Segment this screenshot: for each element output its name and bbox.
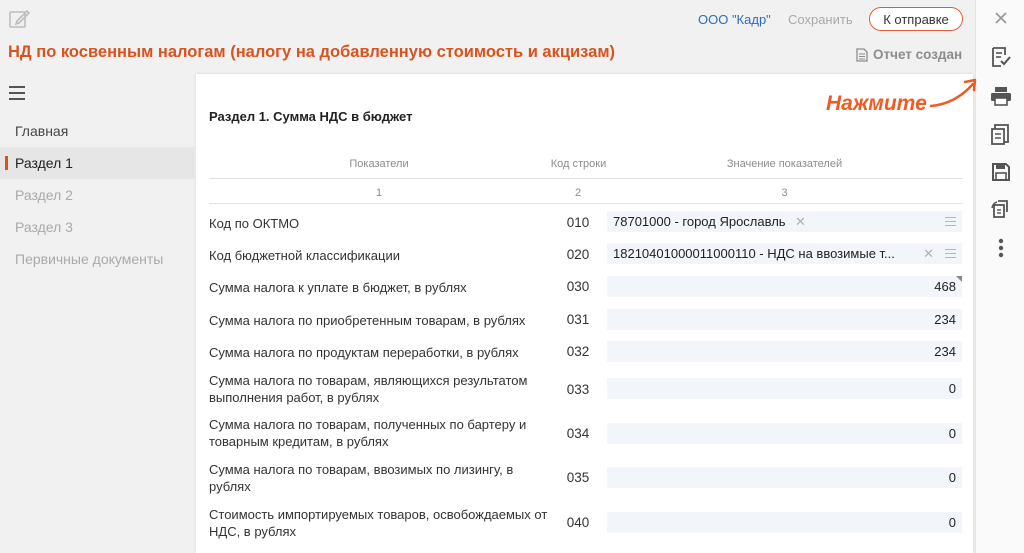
- clear-icon[interactable]: ✕: [795, 211, 806, 232]
- nav-item-home[interactable]: Главная: [0, 115, 194, 147]
- row-label: Сумма налога к уплате в бюджет, в рублях: [209, 280, 467, 295]
- column-number-2: 2: [574, 187, 582, 199]
- save-button[interactable]: Сохранить: [788, 12, 853, 27]
- oktmo-value: 78701000 - город Ярославль: [613, 214, 786, 229]
- top-bar: ООО "Кадр" Сохранить К отправке: [0, 0, 975, 38]
- row-label: Сумма налога по товарам, полученных по б…: [209, 417, 527, 449]
- row-label: Сумма налога по продуктам переработки, в…: [209, 345, 519, 360]
- amount-input[interactable]: 0: [607, 378, 962, 399]
- kbk-select[interactable]: 18210401000011000110 - НДС на ввозимые т…: [607, 243, 962, 264]
- divider: [209, 203, 963, 204]
- amount-input[interactable]: 468: [607, 276, 962, 297]
- save-file-button[interactable]: [989, 160, 1013, 184]
- column-number-3: 3: [781, 187, 788, 199]
- row-code: 035: [566, 470, 590, 485]
- send-button[interactable]: К отправке: [869, 7, 963, 31]
- row-label: Код по ОКТМО: [209, 216, 300, 231]
- amount-input[interactable]: 234: [607, 309, 962, 330]
- organization-link[interactable]: ООО "Кадр": [698, 12, 771, 27]
- row-label: Сумма налога по товарам, являющихся резу…: [209, 373, 528, 405]
- row-code: 020: [566, 247, 590, 262]
- clear-icon[interactable]: ✕: [923, 243, 934, 264]
- form-panel: Раздел 1. Сумма НДС в бюджет Показатели …: [196, 74, 973, 553]
- menu-icon[interactable]: [9, 86, 25, 100]
- section-title: Раздел 1. Сумма НДС в бюджет: [209, 109, 413, 124]
- close-button[interactable]: [989, 6, 1013, 30]
- amount-input[interactable]: 0: [607, 512, 962, 533]
- divider: [209, 178, 963, 179]
- row-label: Сумма налога по приобретенным товарам, в…: [209, 313, 526, 328]
- row-code: 034: [566, 426, 590, 441]
- report-check-icon: [992, 47, 1011, 67]
- column-header-values: Значение показателей: [726, 158, 843, 170]
- section-nav: Главная Раздел 1 Раздел 2 Раздел 3 Перви…: [0, 115, 194, 275]
- amount-input[interactable]: 0: [607, 467, 962, 488]
- document-icon: [856, 47, 868, 62]
- history-button[interactable]: [989, 197, 1013, 221]
- oktmo-select[interactable]: 78701000 - город Ярославль ✕: [607, 211, 962, 232]
- amount-input[interactable]: 234: [607, 341, 962, 362]
- page-title: НД по косвенным налогам (налогу на добав…: [8, 43, 616, 61]
- close-icon: [995, 12, 1007, 24]
- clipboard-icon: [991, 124, 1009, 145]
- row-code: 031: [566, 312, 590, 327]
- calculated-marker-icon: [956, 276, 962, 282]
- column-number-1: 1: [375, 187, 383, 199]
- nav-item-section-2[interactable]: Раздел 2: [0, 179, 194, 211]
- row-label: Код бюджетной классификации: [209, 248, 400, 263]
- row-code: 040: [566, 515, 590, 530]
- row-code: 030: [566, 279, 590, 294]
- edit-icon[interactable]: [8, 8, 32, 30]
- amount-value: 468: [934, 279, 956, 294]
- documents-sync-icon: [991, 200, 1008, 218]
- column-header-indicators: Показатели: [349, 158, 409, 170]
- more-button[interactable]: [989, 236, 1013, 260]
- list-icon[interactable]: [945, 249, 956, 258]
- row-code: 010: [566, 215, 590, 230]
- check-report-button[interactable]: [989, 45, 1013, 69]
- row-label: Сумма налога по товарам, ввозимых по лиз…: [209, 462, 514, 494]
- row-label: Стоимость импортируемых товаров, освобож…: [209, 507, 548, 539]
- hint-arrow-icon: [929, 78, 977, 108]
- nav-item-section-3[interactable]: Раздел 3: [0, 211, 194, 243]
- more-vertical-icon: [998, 238, 1004, 258]
- amount-input[interactable]: 0: [607, 423, 962, 444]
- nav-item-primary-documents[interactable]: Первичные документы: [0, 243, 194, 275]
- report-status-label: Отчет создан: [873, 47, 963, 62]
- report-status: Отчет создан: [856, 47, 962, 62]
- printer-icon: [991, 87, 1011, 106]
- nav-item-section-1[interactable]: Раздел 1: [0, 147, 194, 179]
- registry-button[interactable]: [989, 122, 1013, 146]
- row-code: 032: [566, 344, 590, 359]
- list-icon[interactable]: [945, 217, 956, 226]
- row-code: 033: [566, 382, 590, 397]
- kbk-value: 18210401000011000110 - НДС на ввозимые т…: [613, 246, 895, 261]
- print-button[interactable]: [989, 84, 1013, 108]
- hint-label: Нажмите: [826, 92, 927, 115]
- floppy-disk-icon: [992, 163, 1010, 181]
